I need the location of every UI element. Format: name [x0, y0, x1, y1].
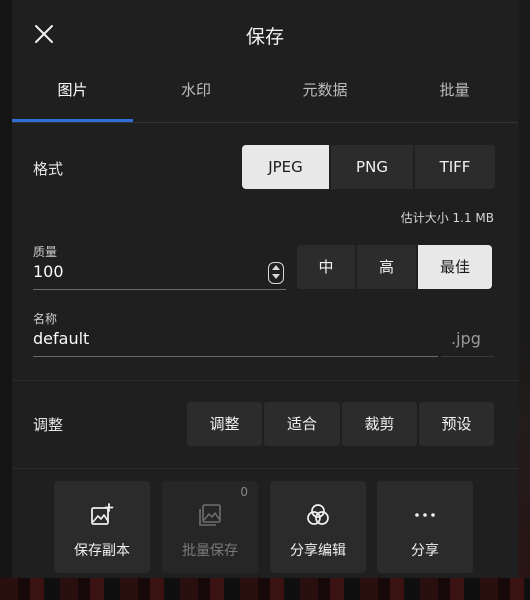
image-stack-icon [199, 504, 221, 526]
quality-input[interactable]: 100 [33, 262, 64, 281]
quality-preset-selector: 中 高 最佳 [297, 245, 492, 289]
background-left [0, 0, 12, 600]
name-label: 名称 [33, 312, 58, 326]
tab-bar: 图片 水印 元数据 批量 [12, 70, 518, 123]
presets-button[interactable]: 预设 [419, 402, 494, 446]
quality-underline [33, 289, 286, 290]
overlap-circles-icon [307, 504, 329, 525]
tab-batch[interactable]: 批量 [391, 70, 518, 122]
batch-count-badge: 0 [240, 485, 248, 499]
adjust-button[interactable]: 调整 [187, 402, 262, 446]
format-label: 格式 [33, 160, 64, 178]
adjust-label: 调整 [33, 416, 64, 434]
batch-save-button[interactable]: 0 批量保存 [162, 481, 258, 573]
estimated-size: 估计大小 1.1 MB [400, 211, 494, 225]
dialog-header: 保存 [12, 0, 518, 68]
share-label: 分享 [411, 543, 439, 559]
quality-option-medium[interactable]: 中 [297, 245, 355, 289]
divider-top [12, 380, 518, 381]
stepper-up-icon [272, 265, 280, 270]
file-extension: .jpg [451, 329, 481, 348]
tab-watermark[interactable]: 水印 [133, 70, 259, 122]
format-option-tiff[interactable]: TIFF [415, 145, 495, 189]
share-edits-label: 分享编辑 [290, 543, 346, 559]
background-photo-strip [0, 578, 530, 600]
format-option-jpeg[interactable]: JPEG [242, 145, 329, 189]
dialog-title: 保存 [245, 26, 284, 48]
name-underline [33, 356, 438, 357]
quality-label: 质量 [33, 245, 58, 259]
name-input[interactable]: default [33, 329, 89, 348]
format-option-png[interactable]: PNG [331, 145, 413, 189]
batch-save-label: 批量保存 [182, 543, 238, 559]
active-tab-indicator [12, 119, 133, 122]
fit-button[interactable]: 适合 [264, 402, 340, 446]
share-edits-button[interactable]: 分享编辑 [270, 481, 366, 573]
more-dots-icon [415, 513, 435, 517]
tab-image[interactable]: 图片 [12, 70, 133, 122]
extension-underline [441, 356, 494, 357]
tab-metadata[interactable]: 元数据 [259, 70, 391, 122]
quality-option-best[interactable]: 最佳 [418, 245, 492, 289]
background-right [518, 0, 530, 600]
quality-stepper[interactable] [268, 262, 284, 284]
stepper-down-icon [272, 274, 280, 279]
crop-button[interactable]: 裁剪 [342, 402, 417, 446]
save-copy-button[interactable]: 保存副本 [54, 481, 150, 573]
image-plus-icon [91, 503, 114, 525]
quality-option-high[interactable]: 高 [357, 245, 416, 289]
format-selector: JPEG PNG TIFF [242, 145, 495, 189]
divider-bottom [12, 468, 518, 469]
share-button[interactable]: 分享 [377, 481, 473, 573]
save-dialog: 保存 图片 水印 元数据 批量 格式 JPEG PNG TIFF 估计大小 1.… [12, 0, 518, 578]
save-copy-label: 保存副本 [74, 543, 130, 559]
